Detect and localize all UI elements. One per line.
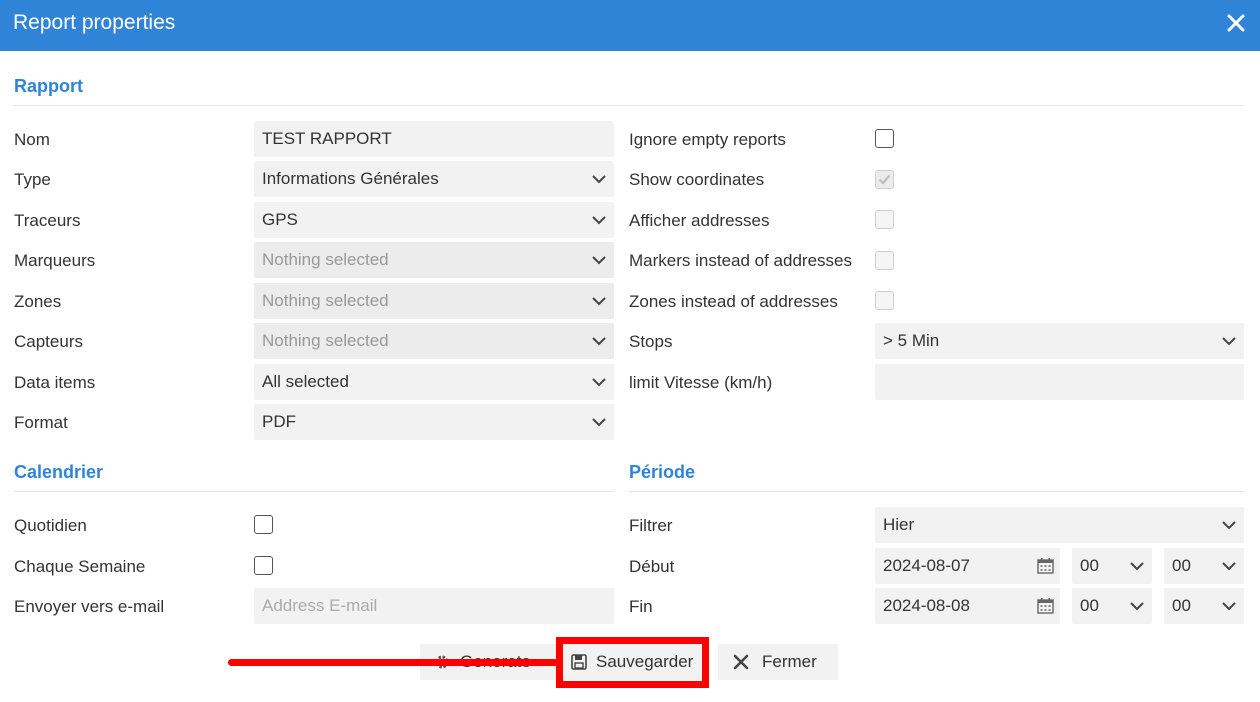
dialog-title: Report properties [13,11,176,34]
show-coordinates-checkbox[interactable] [875,170,894,189]
section-periode-divider [629,491,1244,492]
fin-hour-select[interactable]: 00 [1072,588,1152,624]
save-button[interactable]: Sauvegarder [563,644,702,680]
chaque-semaine-checkbox[interactable] [254,556,273,575]
email-input[interactable]: Address E-mail [254,588,614,624]
checkmark-icon [878,174,891,185]
chaque-semaine-label: Chaque Semaine [14,557,146,576]
ignore-empty-checkbox[interactable] [875,129,894,148]
limit-vitesse-label: limit Vitesse (km/h) [629,373,773,392]
section-rapport-divider [14,105,1244,106]
gear-icon [435,655,449,669]
chevron-down-icon [1130,602,1144,611]
chevron-down-icon [592,216,606,225]
marqueurs-value: Nothing selected [262,250,389,269]
save-label: Sauvegarder [596,652,694,671]
ignore-empty-label: Ignore empty reports [629,130,786,149]
format-value: PDF [262,412,296,431]
chevron-down-icon [592,378,606,387]
close-icon[interactable] [1226,13,1246,33]
x-icon [733,654,749,670]
format-label: Format [14,413,68,432]
fin-minute-select[interactable]: 00 [1164,588,1244,624]
fin-date-input[interactable]: 2024-08-08 [875,588,1060,624]
chevron-down-icon [1222,521,1236,530]
show-coordinates-label: Show coordinates [629,170,765,189]
data-items-select[interactable]: All selected [254,364,614,400]
traceurs-select[interactable]: GPS [254,202,614,238]
close-dialog-button[interactable]: Fermer [718,644,838,680]
filtrer-value: Hier [883,515,915,534]
debut-minute-select[interactable]: 00 [1164,548,1244,584]
filtrer-label: Filtrer [629,516,673,535]
marqueurs-select[interactable]: Nothing selected [254,242,614,278]
type-value: Informations Générales [262,169,439,188]
debut-date-input[interactable]: 2024-08-07 [875,548,1060,584]
fin-date-value: 2024-08-08 [883,596,970,615]
chevron-down-icon [1222,562,1236,571]
limit-vitesse-input[interactable] [875,364,1244,400]
zones-label: Zones [14,292,62,311]
section-calendrier-title: Calendrier [14,462,104,482]
markers-instead-checkbox[interactable] [875,251,894,270]
type-select[interactable]: Informations Générales [254,161,614,197]
calendar-icon[interactable] [1037,557,1054,574]
floppy-disk-icon [571,654,587,670]
type-label: Type [14,170,51,189]
section-periode-title: Période [629,462,696,482]
afficher-addresses-label: Afficher addresses [629,211,770,230]
chevron-down-icon [1222,602,1236,611]
section-rapport-title: Rapport [14,76,83,96]
nom-value: TEST RAPPORT [262,129,392,148]
zones-instead-label: Zones instead of addresses [629,292,838,311]
chevron-down-icon [592,256,606,265]
nom-label: Nom [14,130,50,149]
section-calendrier-divider [14,491,614,492]
format-select[interactable]: PDF [254,404,614,440]
chevron-down-icon [592,175,606,184]
zones-instead-checkbox[interactable] [875,291,894,310]
marqueurs-label: Marqueurs [14,251,96,270]
data-items-value: All selected [262,372,349,391]
dialog-header: Report properties [0,0,1260,51]
calendar-icon[interactable] [1037,597,1054,614]
chevron-down-icon [592,418,606,427]
capteurs-select[interactable]: Nothing selected [254,323,614,359]
debut-date-value: 2024-08-07 [883,556,970,575]
capteurs-label: Capteurs [14,332,83,351]
email-label: Envoyer vers e-mail [14,597,165,616]
traceurs-label: Traceurs [14,211,81,230]
stops-select[interactable]: > 5 Min [875,323,1244,359]
afficher-addresses-checkbox[interactable] [875,210,894,229]
data-items-label: Data items [14,373,96,392]
quotidien-checkbox[interactable] [254,515,273,534]
zones-select[interactable]: Nothing selected [254,283,614,319]
generate-button[interactable]: Generate [420,644,560,680]
debut-hour-select[interactable]: 00 [1072,548,1152,584]
capteurs-value: Nothing selected [262,331,389,350]
quotidien-label: Quotidien [14,516,87,535]
filtrer-select[interactable]: Hier [875,507,1244,543]
zones-value: Nothing selected [262,291,389,310]
nom-input[interactable]: TEST RAPPORT [254,121,614,157]
close-label: Fermer [762,652,817,671]
traceurs-value: GPS [262,210,298,229]
markers-instead-label: Markers instead of addresses [629,251,852,270]
stops-label: Stops [629,332,673,351]
chevron-down-icon [592,297,606,306]
chevron-down-icon [592,337,606,346]
email-placeholder: Address E-mail [262,596,378,615]
generate-label: Generate [460,652,531,671]
fin-label: Fin [629,597,653,616]
chevron-down-icon [1130,562,1144,571]
stops-value: > 5 Min [883,331,940,350]
debut-label: Début [629,557,675,576]
chevron-down-icon [1222,337,1236,346]
